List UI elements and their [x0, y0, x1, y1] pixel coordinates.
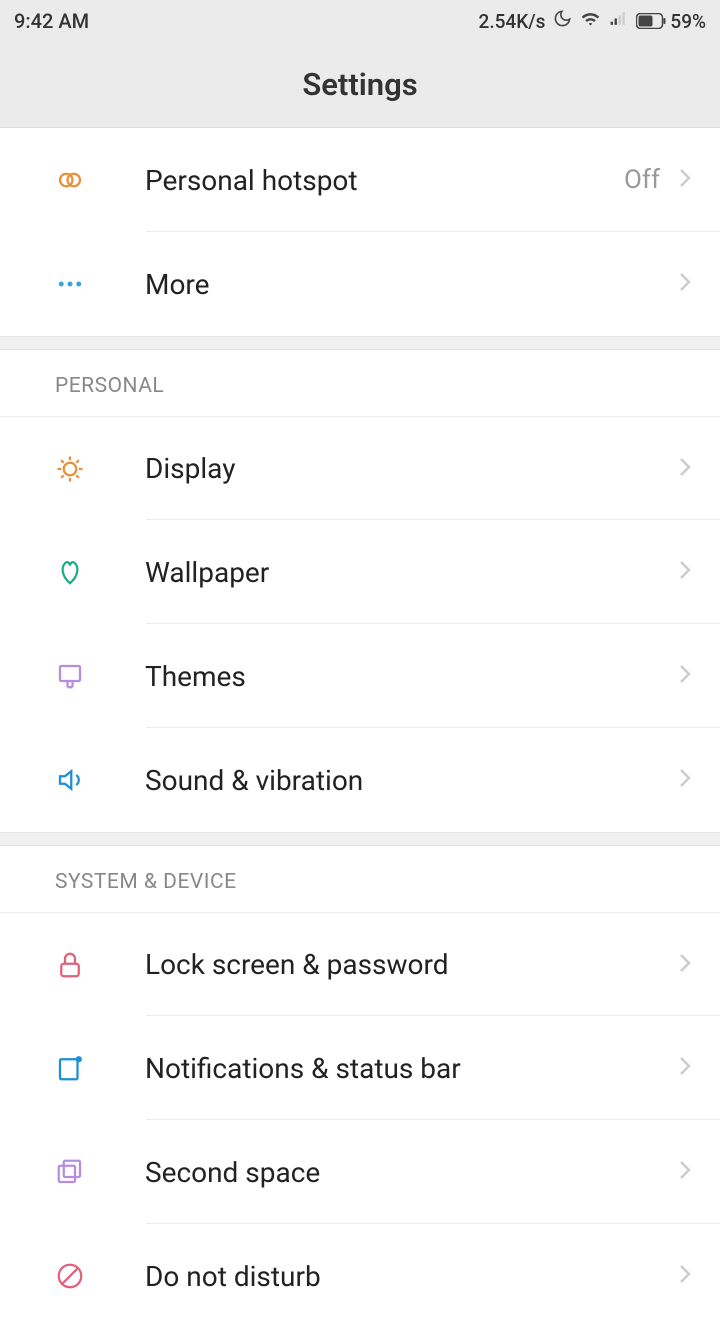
row-notifications[interactable]: Notifications & status bar — [0, 1016, 720, 1120]
status-time: 9:42 AM — [14, 9, 89, 33]
header: Settings — [0, 42, 720, 128]
row-second-space[interactable]: Second space — [0, 1120, 720, 1224]
section-gap — [0, 832, 720, 846]
section-system-device: SYSTEM & DEVICE Lock screen & password N… — [0, 846, 720, 1328]
status-bar: 9:42 AM 2.54K/s 59% — [0, 0, 720, 42]
chevron-right-icon — [678, 1262, 694, 1290]
display-icon — [55, 454, 145, 484]
settings-list: Personal hotspot Off More PERSONAL Displ… — [0, 128, 720, 1328]
section-gap — [0, 336, 720, 350]
sound-icon — [55, 765, 145, 795]
status-right: 2.54K/s 59% — [479, 8, 706, 34]
chevron-right-icon — [678, 166, 694, 194]
row-themes[interactable]: Themes — [0, 624, 720, 728]
row-do-not-disturb[interactable]: Do not disturb — [0, 1224, 720, 1328]
page-title: Settings — [302, 66, 417, 103]
row-label: Wallpaper — [145, 556, 678, 589]
wifi-icon — [580, 8, 601, 34]
more-icon — [55, 269, 145, 299]
battery-indicator: 59% — [636, 10, 706, 33]
chevron-right-icon — [678, 766, 694, 794]
chevron-right-icon — [678, 1158, 694, 1186]
row-label: Display — [145, 452, 678, 485]
row-wallpaper[interactable]: Wallpaper — [0, 520, 720, 624]
section-personal: PERSONAL Display Wallpaper T — [0, 350, 720, 832]
wallpaper-icon — [55, 557, 145, 587]
notifications-icon — [55, 1053, 145, 1083]
row-lock-screen[interactable]: Lock screen & password — [0, 912, 720, 1016]
network-speed: 2.54K/s — [479, 10, 546, 33]
row-display[interactable]: Display — [0, 416, 720, 520]
row-more[interactable]: More — [0, 232, 720, 336]
row-personal-hotspot[interactable]: Personal hotspot Off — [0, 128, 720, 232]
chevron-right-icon — [678, 951, 694, 979]
dnd-icon — [55, 1261, 145, 1291]
hotspot-icon — [55, 165, 145, 195]
row-label: Notifications & status bar — [145, 1052, 678, 1085]
row-label: Lock screen & password — [145, 948, 678, 981]
row-sound-vibration[interactable]: Sound & vibration — [0, 728, 720, 832]
row-label: Second space — [145, 1156, 678, 1189]
row-label: Do not disturb — [145, 1260, 678, 1293]
row-label: Themes — [145, 660, 678, 693]
themes-icon — [55, 661, 145, 691]
chevron-right-icon — [678, 558, 694, 586]
moon-icon — [553, 9, 572, 33]
section-network-tail: Personal hotspot Off More — [0, 128, 720, 336]
chevron-right-icon — [678, 1054, 694, 1082]
row-value: Off — [624, 165, 660, 195]
second-space-icon — [55, 1157, 145, 1187]
row-label: Personal hotspot — [145, 164, 624, 197]
chevron-right-icon — [678, 455, 694, 483]
lock-icon — [55, 950, 145, 980]
battery-percent: 59% — [670, 10, 706, 33]
chevron-right-icon — [678, 270, 694, 298]
signal-icon — [609, 9, 628, 33]
row-label: Sound & vibration — [145, 764, 678, 797]
section-title-personal: PERSONAL — [0, 350, 720, 416]
section-title-system: SYSTEM & DEVICE — [0, 846, 720, 912]
chevron-right-icon — [678, 662, 694, 690]
row-label: More — [145, 268, 678, 301]
